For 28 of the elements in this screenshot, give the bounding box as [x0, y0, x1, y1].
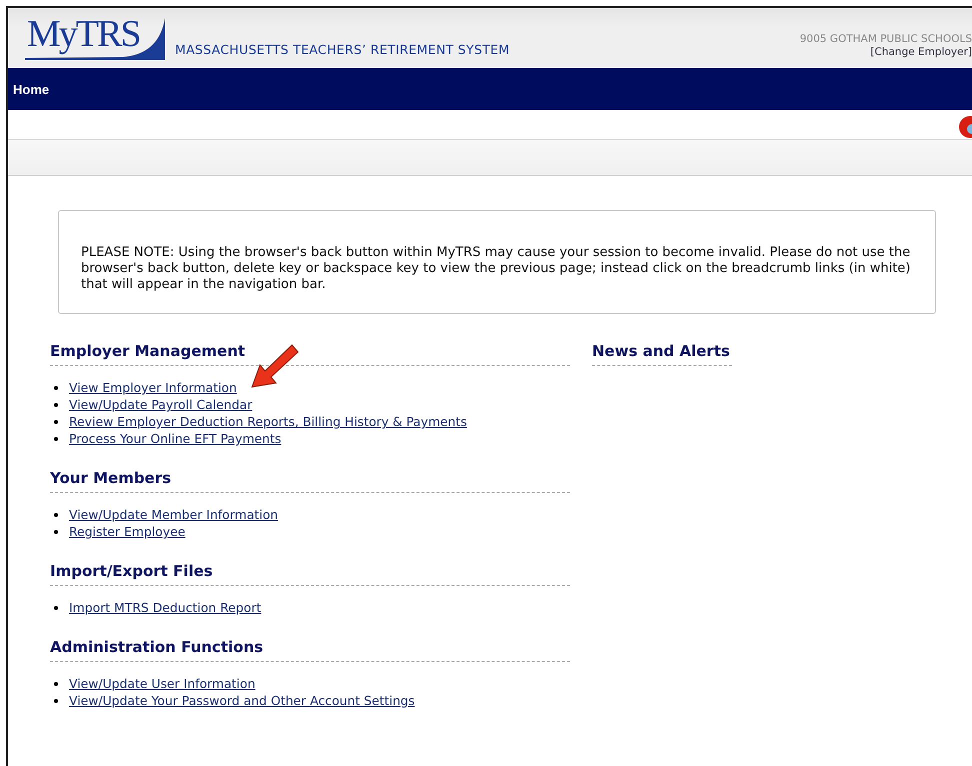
bullet-icon — [54, 682, 58, 686]
bullet-icon — [54, 420, 58, 424]
section-link[interactable]: Import MTRS Deduction Report — [69, 600, 262, 615]
section-heading: Import/Export Files — [50, 562, 570, 586]
section-heading: Administration Functions — [50, 638, 570, 662]
nav-link[interactable]: Home — [13, 82, 50, 96]
system-name: MASSACHUSETTS TEACHERS’ RETIREMENT SYSTEM — [175, 42, 510, 57]
section-link[interactable]: View/Update Member Information — [69, 507, 278, 522]
help-icon[interactable] — [956, 116, 972, 138]
section-link[interactable]: View/Update Your Password and Other Account Settings — [69, 693, 415, 708]
notice-text: PLEASE NOTE: Using the browser's back button within MyTRS may cause your session to become invalid. Please do not use the browser's back button, delete key or backspace key to view the previous page; instead click on the breadcrumb links (in white) that will appear in the navigation bar. — [81, 245, 912, 293]
change-employer-link[interactable]: [Change Employer] — [870, 46, 972, 59]
employer-name: 9005 GOTHAM PUBLIC SCHOOLS — [800, 33, 972, 46]
bullet-icon — [54, 698, 58, 702]
section-link[interactable]: Review Employer Deduction Reports, Billing History & Payments — [69, 414, 467, 429]
section-link[interactable]: View/Update Payroll Calendar — [69, 397, 252, 412]
section-heading: Your Members — [50, 469, 570, 493]
bullet-icon — [54, 402, 58, 406]
bullet-icon — [54, 530, 58, 534]
section-link[interactable]: View/Update User Information — [69, 676, 256, 691]
bullet-icon — [54, 606, 58, 610]
bullet-icon — [54, 436, 58, 440]
section-link[interactable]: Process Your Online EFT Payments — [69, 431, 282, 446]
bullet-icon — [54, 512, 58, 516]
section-link[interactable]: Register Employee — [69, 524, 186, 539]
section-link[interactable]: View Employer Information — [69, 380, 237, 395]
bullet-icon — [54, 386, 58, 390]
section-heading: News and Alerts — [592, 342, 732, 366]
